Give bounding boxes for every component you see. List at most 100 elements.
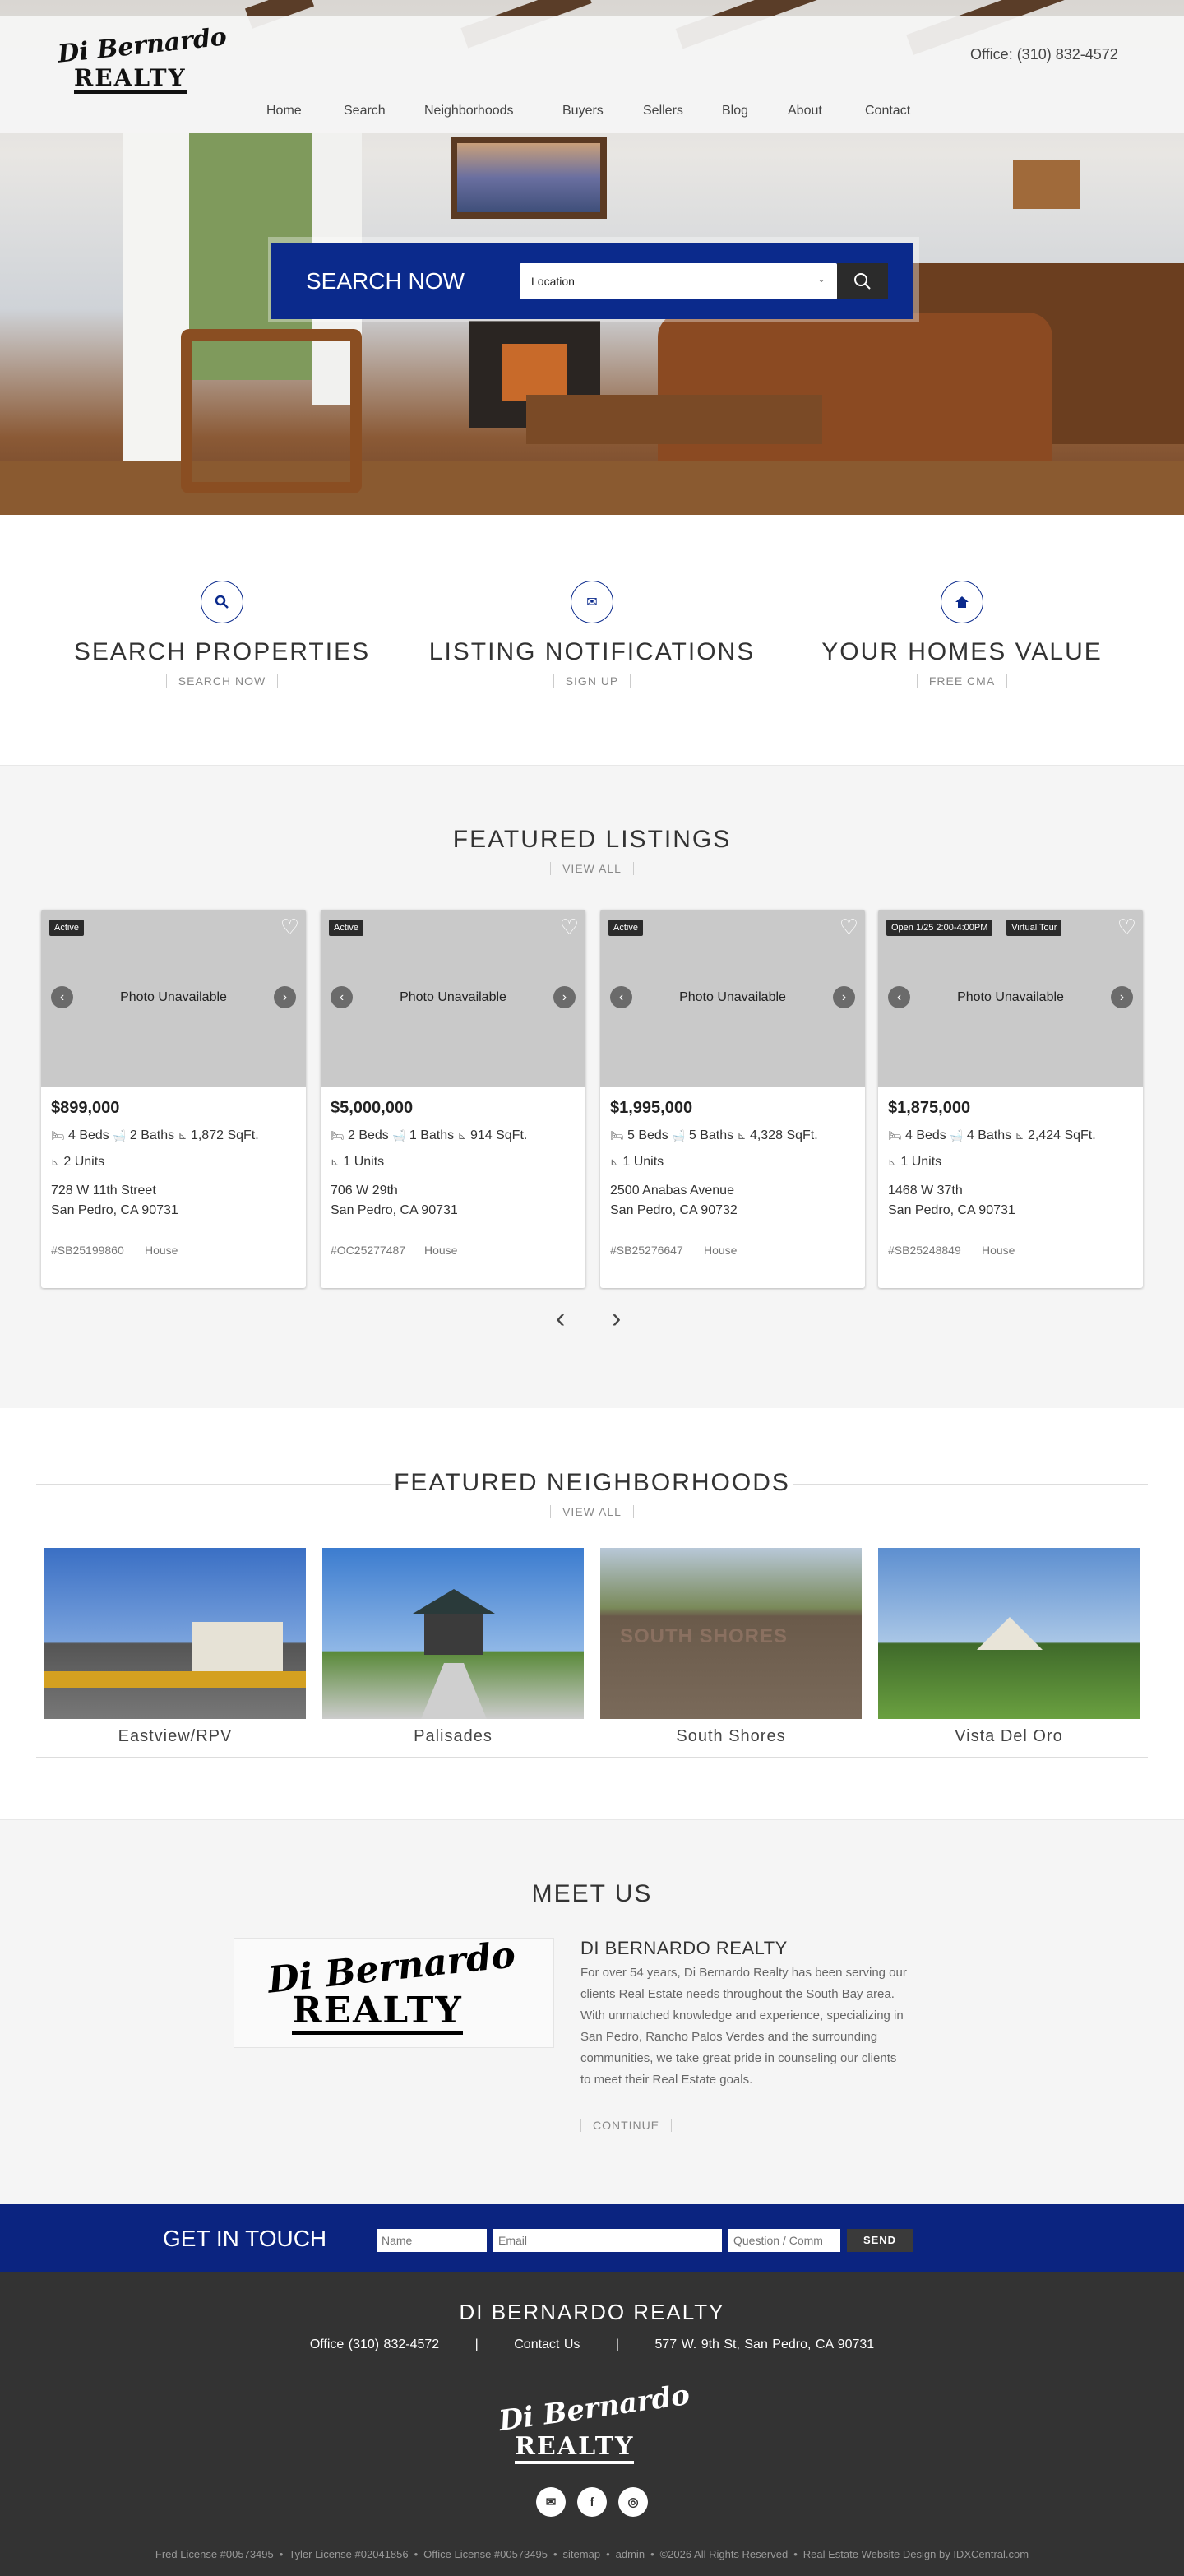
listing-mls: #SB25248849 [888, 1244, 961, 1257]
listing-card[interactable]: Active ♡ ‹ Photo Unavailable › $1,995,00… [600, 910, 865, 1288]
listing-type: House [145, 1244, 178, 1257]
search-button[interactable] [837, 263, 888, 299]
neighborhood-south-shores-image[interactable]: SOUTH SHORES [600, 1548, 862, 1719]
footer-title: DI BERNARDO REALTY [459, 2300, 725, 2324]
meet-us-heading: DI BERNARDO REALTY [580, 1938, 788, 1958]
listing-type: House [982, 1244, 1015, 1257]
listing-mls: #SB25276647 [610, 1244, 683, 1257]
footer-legal-item[interactable]: Real Estate Website Design by IDXCentral… [803, 2548, 1029, 2560]
bed-icon: 🛏 [51, 1129, 65, 1142]
ruler-icon: ⊾ [331, 1156, 340, 1168]
neighborhood-label[interactable]: Palisades [322, 1727, 584, 1746]
free-cma-link[interactable]: FREE CMA [916, 674, 1008, 688]
location-select[interactable]: Location ⌄ [520, 263, 837, 299]
office-phone[interactable]: Office: (310) 832-4572 [970, 46, 1118, 63]
photo-unavailable: Photo Unavailable [957, 990, 1064, 1004]
sign-up-link[interactable]: SIGN UP [553, 674, 631, 688]
ruler-icon: ⊾ [737, 1129, 747, 1142]
nav-about[interactable]: About [788, 104, 822, 118]
site-logo[interactable]: Di Bernardo REALTY [54, 22, 235, 97]
continue-link[interactable]: CONTINUE [580, 2119, 673, 2132]
instagram-icon[interactable]: ◎ [618, 2487, 648, 2517]
listing-type: House [704, 1244, 738, 1257]
footer-legal-item[interactable]: sitemap [563, 2548, 601, 2560]
listing-photo[interactable]: Active ♡ ‹ Photo Unavailable › [41, 910, 306, 1087]
footer-office[interactable]: Office (310) 832-4572 [310, 2337, 439, 2351]
send-button[interactable]: SEND [847, 2229, 913, 2252]
nav-search[interactable]: Search [344, 104, 386, 118]
nav-blog[interactable]: Blog [722, 104, 748, 118]
listing-photo[interactable]: Open 1/25 2:00-4:00PM Virtual Tour ♡ ‹ Ph… [878, 910, 1143, 1087]
neighborhood-palisades-image[interactable] [322, 1548, 584, 1719]
neighborhood-eastview-image[interactable] [44, 1548, 306, 1719]
listing-price: $1,875,000 [888, 1099, 971, 1117]
envelope-icon: ✉ [571, 581, 613, 623]
meet-us-text: For over 54 years, Di Bernardo Realty ha… [580, 1966, 907, 2087]
status-badge: Active [329, 920, 363, 936]
question-input[interactable] [728, 2229, 840, 2252]
chevron-right-icon[interactable]: › [553, 986, 576, 1008]
ruler-icon: ⊾ [51, 1156, 60, 1168]
footer-contact-row: Office (310) 832-4572 | Contact Us | 577… [309, 2337, 875, 2351]
nav-contact[interactable]: Contact [865, 104, 910, 118]
footer-logo: Di Bernardo REALTY [493, 2379, 691, 2477]
neighborhood-label[interactable]: South Shores [600, 1727, 862, 1746]
listing-card[interactable]: Active ♡ ‹ Photo Unavailable › $899,000 … [41, 910, 306, 1288]
listing-photo[interactable]: Active ♡ ‹ Photo Unavailable › [321, 910, 585, 1087]
listing-address: 706 W 29th San Pedro, CA 90731 [331, 1184, 458, 1217]
listing-units: ⊾ 1 Units [331, 1155, 385, 1169]
listing-price: $5,000,000 [331, 1099, 414, 1117]
heart-icon[interactable]: ♡ [280, 915, 299, 940]
heart-icon[interactable]: ♡ [839, 915, 858, 940]
listing-address: 2500 Anabas Avenue San Pedro, CA 90732 [610, 1184, 738, 1217]
nav-sellers[interactable]: Sellers [643, 104, 683, 118]
listing-specs: 🛏 4 Beds 🛁 2 Baths ⊾ 1,872 SqFt. [51, 1128, 259, 1142]
bath-icon: 🛁 [672, 1129, 686, 1142]
heart-icon[interactable]: ♡ [1117, 915, 1136, 940]
footer-legal-item[interactable]: admin [616, 2548, 645, 2560]
neighborhood-label[interactable]: Vista Del Oro [878, 1727, 1140, 1746]
listings-view-all[interactable]: VIEW ALL [550, 862, 634, 875]
neighborhoods-view-all[interactable]: VIEW ALL [550, 1505, 634, 1518]
listing-card[interactable]: Active ♡ ‹ Photo Unavailable › $5,000,00… [321, 910, 585, 1288]
heart-icon[interactable]: ♡ [560, 915, 579, 940]
search-icon [854, 273, 871, 290]
chevron-right-icon[interactable]: › [1111, 986, 1133, 1008]
bath-icon: 🛁 [113, 1129, 127, 1142]
nav-buyers[interactable]: Buyers [562, 104, 604, 118]
listing-mls: #SB25199860 [51, 1244, 124, 1257]
listing-specs: 🛏 4 Beds 🛁 4 Baths ⊾ 2,424 SqFt. [888, 1128, 1096, 1142]
ruler-icon: ⊾ [610, 1156, 619, 1168]
email-social-icon[interactable]: ✉ [536, 2487, 566, 2517]
carousel-prev[interactable]: ‹ [556, 1303, 565, 1335]
search-icon [201, 581, 243, 623]
search-now-link[interactable]: SEARCH NOW [165, 674, 279, 688]
name-input[interactable] [377, 2229, 487, 2252]
email-input[interactable] [493, 2229, 722, 2252]
nav-neighborhoods[interactable]: Neighborhoods [424, 104, 514, 118]
search-box: SEARCH NOW Location ⌄ [271, 243, 913, 319]
bath-icon: 🛁 [950, 1129, 964, 1142]
status-badge: Active [608, 920, 643, 936]
listing-photo[interactable]: Active ♡ ‹ Photo Unavailable › [600, 910, 865, 1087]
meet-us-title: MEET US [531, 1880, 653, 1907]
carousel-next[interactable]: › [612, 1303, 621, 1335]
chevron-right-icon[interactable]: › [833, 986, 855, 1008]
listing-card[interactable]: Open 1/25 2:00-4:00PM Virtual Tour ♡ ‹ Ph… [878, 910, 1143, 1288]
footer: DI BERNARDO REALTY Office (310) 832-4572… [0, 2272, 1184, 2576]
bed-icon: 🛏 [888, 1129, 902, 1142]
listing-units: ⊾ 1 Units [888, 1155, 942, 1169]
neighborhoods-title: FEATURED NEIGHBORHOODS [394, 1469, 790, 1496]
neighborhood-vista-del-oro-image[interactable] [878, 1548, 1140, 1719]
footer-legal: Fred License #00573495 • Tyler License #02… [155, 2548, 1029, 2560]
ruler-icon: ⊾ [457, 1129, 467, 1142]
facebook-icon[interactable]: f [577, 2487, 607, 2517]
ruler-icon: ⊾ [888, 1156, 897, 1168]
neighborhood-label[interactable]: Eastview/RPV [44, 1727, 306, 1746]
footer-contact-us[interactable]: Contact Us [514, 2337, 580, 2351]
search-now-title: SEARCH NOW [306, 268, 465, 294]
chevron-right-icon[interactable]: › [274, 986, 296, 1008]
photo-unavailable: Photo Unavailable [400, 990, 506, 1004]
listing-price: $899,000 [51, 1099, 120, 1117]
nav-home[interactable]: Home [266, 104, 302, 118]
